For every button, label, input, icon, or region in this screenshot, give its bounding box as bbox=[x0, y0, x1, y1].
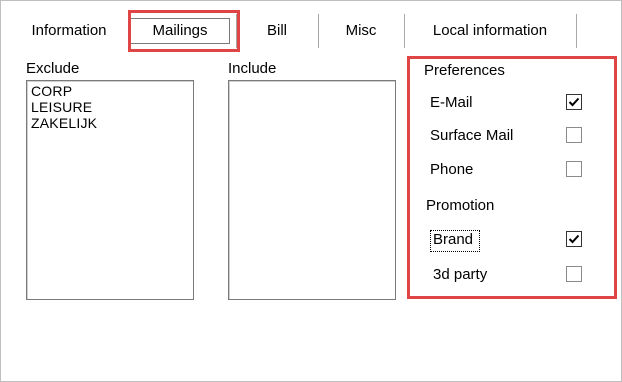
exclude-items: CORP LEISURE ZAKELIJK bbox=[27, 81, 193, 131]
tab-bill[interactable]: Bill bbox=[236, 14, 319, 48]
tab-misc[interactable]: Misc bbox=[318, 14, 405, 48]
include-listbox[interactable] bbox=[228, 80, 396, 300]
pref-email-row[interactable]: E-Mail bbox=[430, 92, 590, 114]
pref-phone-checkbox[interactable] bbox=[566, 161, 582, 177]
tab-information[interactable]: Information bbox=[14, 14, 125, 48]
preferences-title: Preferences bbox=[424, 62, 505, 79]
promo-brand-row[interactable]: Brand bbox=[430, 229, 590, 252]
promo-brand-checkbox[interactable] bbox=[566, 231, 582, 247]
exclude-listbox[interactable]: CORP LEISURE ZAKELIJK bbox=[26, 80, 194, 300]
promo-3d-party-row[interactable]: 3d party bbox=[430, 264, 590, 286]
list-item[interactable]: CORP bbox=[27, 83, 193, 99]
pref-surface-mail-label: Surface Mail bbox=[430, 127, 514, 144]
list-item[interactable]: ZAKELIJK bbox=[27, 115, 193, 131]
tab-label: Information bbox=[31, 22, 107, 39]
include-label: Include bbox=[228, 60, 277, 77]
checkmark-icon bbox=[568, 234, 580, 244]
pref-phone-row[interactable]: Phone bbox=[430, 159, 590, 181]
pref-surface-mail-checkbox[interactable] bbox=[566, 127, 582, 143]
tab-local-information[interactable]: Local information bbox=[404, 14, 577, 48]
tab-label: Mailings bbox=[152, 22, 208, 39]
tab-label: Local information bbox=[432, 22, 548, 39]
promotion-title: Promotion bbox=[426, 197, 495, 214]
checkmark-icon bbox=[568, 97, 580, 107]
tab-label: Bill bbox=[266, 22, 287, 39]
pref-email-checkbox[interactable] bbox=[566, 94, 582, 110]
pref-email-label: E-Mail bbox=[430, 94, 473, 111]
promo-brand-label: Brand bbox=[433, 231, 474, 248]
pref-phone-label: Phone bbox=[430, 161, 474, 178]
promo-3d-party-checkbox[interactable] bbox=[566, 266, 582, 282]
exclude-label: Exclude bbox=[26, 60, 80, 77]
promo-3d-party-label: 3d party bbox=[433, 266, 488, 283]
tab-label: Misc bbox=[345, 22, 377, 39]
tab-mailings[interactable]: Mailings bbox=[124, 14, 237, 48]
list-item[interactable]: LEISURE bbox=[27, 99, 193, 115]
pref-surface-mail-row[interactable]: Surface Mail bbox=[430, 125, 590, 147]
